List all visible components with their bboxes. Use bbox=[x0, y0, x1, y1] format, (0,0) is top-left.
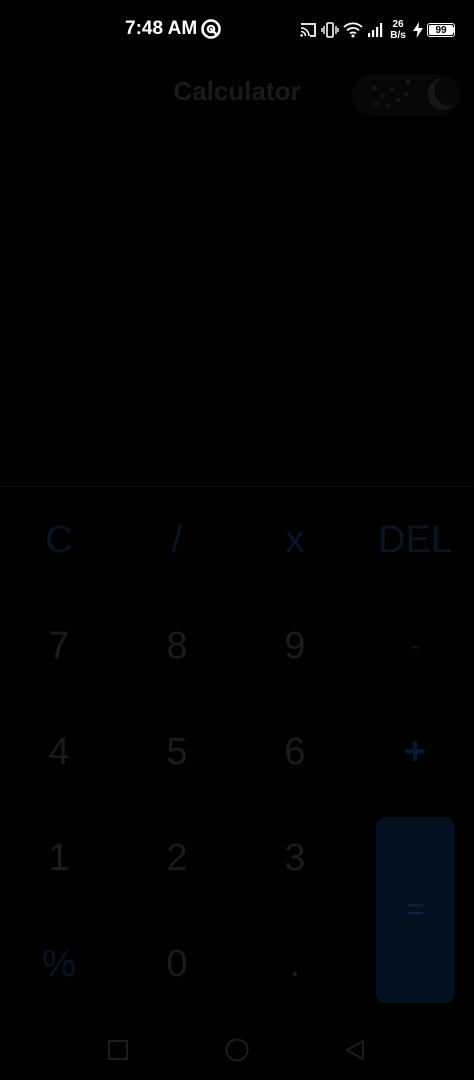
divide-button[interactable]: / bbox=[118, 487, 236, 593]
delete-button[interactable]: DEL bbox=[356, 487, 474, 593]
charging-icon bbox=[413, 22, 423, 38]
digit-4-button[interactable]: 4 bbox=[0, 699, 118, 805]
status-icons: 26 B/s 99 bbox=[299, 16, 455, 44]
navigation-bar bbox=[0, 1020, 474, 1080]
digit-1-button[interactable]: 1 bbox=[0, 805, 118, 911]
add-button[interactable]: + bbox=[356, 699, 474, 805]
circle-icon bbox=[225, 1038, 249, 1062]
home-button[interactable] bbox=[219, 1032, 255, 1068]
wifi-icon bbox=[343, 22, 363, 38]
triangle-back-icon bbox=[346, 1040, 364, 1060]
battery-level: 99 bbox=[435, 24, 447, 36]
status-time: 7:48 AM bbox=[125, 18, 198, 39]
battery-icon: 99 bbox=[427, 23, 455, 37]
digit-8-button[interactable]: 8 bbox=[118, 593, 236, 699]
clear-button[interactable]: C bbox=[0, 487, 118, 593]
percent-button[interactable]: % bbox=[0, 911, 118, 1017]
theme-toggle[interactable] bbox=[352, 74, 460, 116]
subtract-button[interactable]: - bbox=[356, 593, 474, 699]
recent-apps-button[interactable] bbox=[100, 1032, 136, 1068]
cast-icon bbox=[299, 22, 317, 38]
vibrate-icon bbox=[321, 22, 339, 38]
cell-signal-icon bbox=[367, 22, 383, 38]
equals-button[interactable]: = bbox=[376, 817, 455, 1003]
status-bar: 7:48 AM 26 B/s 99 bbox=[0, 0, 474, 60]
digit-7-button[interactable]: 7 bbox=[0, 593, 118, 699]
digit-0-button[interactable]: 0 bbox=[118, 911, 236, 1017]
notification-app-icon bbox=[200, 18, 222, 40]
square-icon bbox=[108, 1040, 128, 1060]
digit-5-button[interactable]: 5 bbox=[118, 699, 236, 805]
back-button[interactable] bbox=[337, 1032, 373, 1068]
digit-9-button[interactable]: 9 bbox=[236, 593, 354, 699]
network-speed-unit: B/s bbox=[390, 30, 406, 41]
battery-indicator: 99 bbox=[427, 23, 455, 37]
digit-3-button[interactable]: 3 bbox=[236, 805, 354, 911]
night-theme-icon bbox=[371, 78, 456, 110]
network-speed-value: 26 bbox=[392, 19, 404, 30]
digit-6-button[interactable]: 6 bbox=[236, 699, 354, 805]
multiply-button[interactable]: x bbox=[236, 487, 354, 593]
network-speed: 26 B/s bbox=[387, 19, 409, 41]
decimal-button[interactable]: . bbox=[236, 911, 354, 1017]
calculator-display bbox=[0, 130, 474, 485]
digit-2-button[interactable]: 2 bbox=[118, 805, 236, 911]
